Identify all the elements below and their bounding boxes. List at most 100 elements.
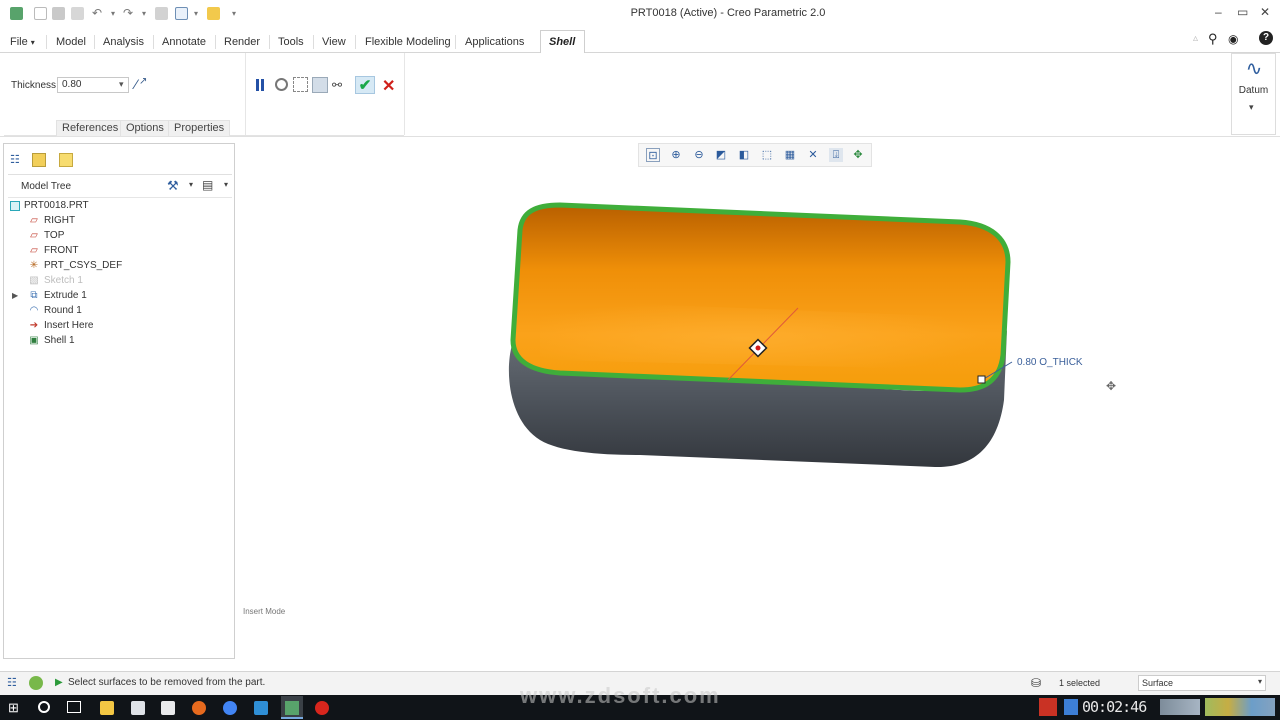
graphics-area[interactable]: ✥ — [236, 170, 1280, 670]
tree-item-insert-here[interactable]: Insert Here — [44, 320, 93, 331]
taskbar-app-icon[interactable] — [254, 701, 268, 715]
tab-separator — [153, 35, 154, 49]
tree-item-right[interactable]: RIGHT — [44, 215, 75, 226]
folder-browser-tab-icon[interactable] — [32, 153, 46, 167]
tree-item-extrude[interactable]: Extrude 1 — [44, 290, 87, 301]
datum-dropdown-icon[interactable]: ▾ — [1249, 102, 1254, 113]
display-style-icon[interactable]: ◧ — [737, 148, 751, 162]
tree-item-front[interactable]: FRONT — [44, 245, 78, 256]
collapse-ribbon-icon[interactable]: ▵ — [1193, 33, 1198, 44]
recorder-icon[interactable] — [315, 701, 329, 715]
regenerate-icon[interactable] — [155, 7, 168, 20]
thickness-handle[interactable] — [977, 375, 986, 384]
repaint-icon[interactable]: ◩ — [714, 148, 728, 162]
tree-item-round[interactable]: Round 1 — [44, 305, 82, 316]
datum-plane-icon: ▱ — [30, 230, 38, 241]
chrome-icon[interactable] — [223, 701, 237, 715]
toggle-browser-icon[interactable] — [29, 676, 43, 690]
expand-icon[interactable]: ▶ — [12, 291, 18, 300]
geometry-preview-icon[interactable] — [312, 77, 328, 93]
close-window-icon[interactable] — [207, 7, 220, 20]
tab-file[interactable]: File ▾ — [4, 34, 41, 50]
attached-preview-icon[interactable] — [293, 77, 308, 92]
tab-view[interactable]: View — [316, 34, 352, 50]
flip-direction-icon[interactable]: ⁄ — [135, 76, 137, 92]
tree-settings-dropdown-icon[interactable]: ▾ — [189, 180, 193, 189]
refit-icon[interactable]: ⊡ — [646, 148, 660, 162]
thickness-dimension-label[interactable]: 0.80 O_THICK — [1017, 357, 1083, 368]
task-view-icon[interactable] — [67, 701, 81, 713]
stop-record-icon[interactable] — [1039, 698, 1057, 716]
help-icon[interactable]: ? — [1259, 31, 1273, 45]
tab-model[interactable]: Model — [50, 34, 92, 50]
tree-item-top[interactable]: TOP — [44, 230, 64, 241]
close-icon[interactable]: ✕ — [1260, 5, 1270, 19]
search-taskbar-icon[interactable] — [38, 701, 50, 713]
start-icon[interactable]: ⊞ — [8, 700, 19, 716]
thickness-dropdown-icon[interactable]: ▾ — [119, 79, 124, 90]
open-file-icon[interactable] — [52, 7, 65, 20]
tab-separator — [355, 35, 356, 49]
verify-preview-icon[interactable]: ⚯ — [332, 78, 342, 92]
tree-settings-icon[interactable]: ⚒ — [167, 178, 179, 194]
favorites-tab-icon[interactable] — [59, 153, 73, 167]
spin-center-icon[interactable]: ✥ — [851, 148, 865, 162]
tab-flexible-modeling[interactable]: Flexible Modeling — [359, 34, 457, 50]
tab-tools[interactable]: Tools — [272, 34, 310, 50]
tab-separator — [94, 35, 95, 49]
tab-properties[interactable]: Properties — [168, 120, 231, 137]
firefox-icon[interactable] — [192, 701, 206, 715]
datum-display-icon[interactable]: ✕ — [806, 148, 820, 162]
zoom-out-icon[interactable]: ⊖ — [692, 148, 706, 162]
cancel-x-icon[interactable]: ✕ — [382, 76, 395, 96]
search-icon[interactable]: ⚲ — [1208, 31, 1218, 47]
tree-item-sketch[interactable]: Sketch 1 — [44, 275, 83, 286]
tree-header-line-2 — [8, 197, 232, 198]
tab-applications[interactable]: Applications — [459, 34, 530, 50]
find-icon[interactable]: ⛁ — [1031, 676, 1041, 690]
tray-icons[interactable] — [1205, 698, 1275, 716]
tab-options[interactable]: Options — [120, 120, 170, 137]
explorer-icon[interactable] — [100, 701, 114, 715]
selection-filter[interactable]: Surface ▾ — [1138, 675, 1266, 691]
new-file-icon[interactable] — [34, 7, 47, 20]
tree-show-dropdown-icon[interactable]: ▾ — [224, 180, 228, 189]
tree-item-csys[interactable]: PRT_CSYS_DEF — [44, 260, 122, 271]
redo-dropdown-icon[interactable]: ▾ — [142, 9, 146, 18]
saved-orientations-icon[interactable]: ⬚ — [760, 148, 774, 162]
tab-annotate[interactable]: Annotate — [156, 34, 212, 50]
file-dropdown-icon: ▾ — [30, 38, 35, 47]
zoom-in-icon[interactable]: ⊕ — [669, 148, 683, 162]
undo-icon[interactable]: ↶ — [92, 7, 105, 20]
pause-icon[interactable] — [255, 79, 266, 91]
windows-icon[interactable] — [175, 7, 188, 20]
community-icon[interactable]: ◉ — [1228, 32, 1238, 46]
toggle-navigator-icon[interactable]: ☷ — [7, 676, 21, 690]
tree-show-icon[interactable]: ▤ — [202, 178, 213, 192]
annotation-display-icon[interactable]: ⍗ — [829, 148, 843, 162]
creo-taskbar-icon[interactable] — [281, 696, 303, 719]
windows-dropdown-icon[interactable]: ▾ — [194, 9, 198, 18]
pause-record-icon[interactable] — [1064, 699, 1078, 715]
restore-icon[interactable]: ▭ — [1237, 5, 1248, 19]
customize-qa-icon[interactable]: ▾ — [232, 9, 236, 18]
tab-shell[interactable]: Shell — [543, 34, 581, 50]
datum-group[interactable]: ∿ Datum ▾ — [1231, 53, 1276, 135]
selected-count[interactable]: 1 selected — [1059, 678, 1100, 688]
mail-icon[interactable] — [161, 701, 175, 715]
undo-dropdown-icon[interactable]: ▾ — [111, 9, 115, 18]
no-preview-icon[interactable] — [275, 78, 288, 91]
tab-references[interactable]: References — [56, 120, 125, 137]
insert-mode-label: Insert Mode — [243, 607, 286, 616]
tree-item-part[interactable]: PRT0018.PRT — [24, 200, 89, 211]
tree-item-shell[interactable]: Shell 1 — [44, 335, 75, 346]
store-icon[interactable] — [131, 701, 145, 715]
tab-analysis[interactable]: Analysis — [97, 34, 150, 50]
model-tree-tab-icon[interactable]: ☷ — [10, 153, 22, 167]
minimize-icon[interactable]: – — [1215, 5, 1222, 19]
redo-icon[interactable]: ↷ — [123, 7, 136, 20]
save-icon[interactable] — [71, 7, 84, 20]
tab-render[interactable]: Render — [218, 34, 266, 50]
view-manager-icon[interactable]: ▦ — [783, 148, 797, 162]
ok-check-icon[interactable]: ✔ — [355, 76, 375, 94]
